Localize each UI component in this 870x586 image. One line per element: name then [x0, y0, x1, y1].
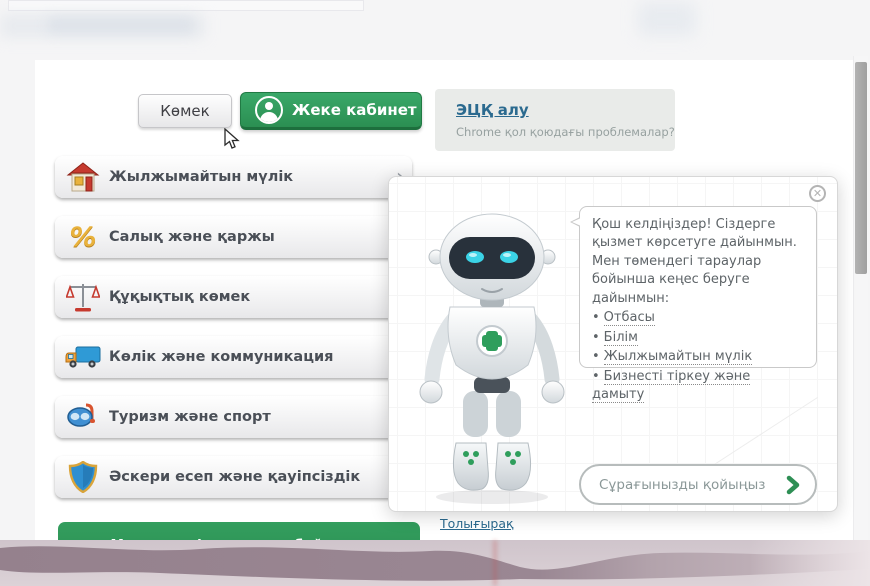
background-blur-shape — [48, 16, 193, 34]
diving-mask-icon — [63, 399, 103, 435]
chat-message-bubble: Қош келдіңіздер! Сіздерге қызмет көрсету… — [570, 206, 817, 404]
help-button[interactable]: Көмек — [138, 94, 232, 128]
chat-assistant-popup: ✕ Қош келдіңіздер! Сіздерге қызмет көрсе… — [388, 176, 838, 512]
red-smear — [493, 540, 497, 586]
menu-item-label: Салық және қаржы — [109, 229, 275, 245]
question-input-pill — [579, 464, 817, 505]
house-icon — [63, 159, 103, 195]
esignature-link[interactable]: ЭЦҚ алу — [456, 101, 529, 119]
background-ghost-tab — [8, 0, 364, 11]
bullet: • — [592, 368, 600, 384]
chat-topic-link-education[interactable]: Білім — [603, 329, 638, 346]
chat-topic-link-real-estate[interactable]: Жылжымайтын мүлік — [603, 349, 753, 366]
menu-item-label: Жылжымайтын мүлік — [109, 169, 294, 185]
menu-item-tax-finance[interactable]: % Салық және қаржы — [55, 216, 412, 258]
chat-topic-row: • Білім — [592, 329, 806, 347]
user-avatar-icon — [255, 96, 283, 124]
esignature-subtitle: Chrome қол қоюдағы проблемалар? — [456, 125, 675, 139]
chat-topic-row: • Бизнесті тіркеу және дамыту — [592, 368, 806, 405]
submit-arrow-icon[interactable] — [783, 475, 803, 495]
menu-item-transport[interactable]: Көлік және коммуникация — [55, 336, 412, 378]
more-link[interactable]: Толығырақ — [440, 516, 514, 531]
menu-item-label: Туризм және спорт — [109, 409, 271, 425]
truck-icon — [63, 339, 103, 375]
band-highlight — [750, 540, 870, 586]
question-input[interactable] — [599, 476, 783, 493]
personal-cabinet-label: Жеке кабинет — [292, 101, 417, 119]
bullet: • — [592, 329, 600, 345]
menu-item-military-security[interactable]: Әскери есеп және қауіпсіздік — [55, 456, 412, 498]
menu-item-legal-help[interactable]: Құқықтық көмек — [55, 276, 412, 318]
robot-assistant-image — [419, 213, 565, 504]
bottom-wave-overlay — [0, 540, 870, 586]
chat-greeting-text: Қош келдіңіздер! Сіздерге қызмет көрсету… — [592, 217, 797, 306]
bullet: • — [592, 310, 600, 326]
scales-icon — [63, 279, 103, 315]
mouse-cursor — [224, 128, 240, 149]
popup-grid-diagonal — [700, 396, 818, 475]
chat-topic-link-family[interactable]: Отбасы — [603, 310, 655, 327]
chat-topic-row: • Отбасы — [592, 309, 806, 327]
scrollbar-thumb[interactable] — [855, 62, 867, 274]
menu-item-label: Көлік және коммуникация — [109, 349, 334, 365]
background-blur-shape — [638, 2, 696, 36]
personal-cabinet-button[interactable]: Жеке кабинет — [240, 92, 422, 130]
chat-topic-row: • Жылжымайтын мүлік — [592, 348, 806, 366]
esignature-box: ЭЦҚ алу Chrome қол қоюдағы проблемалар? — [435, 89, 675, 151]
scrollbar-track[interactable] — [853, 56, 868, 546]
bullet: • — [592, 349, 600, 365]
shield-icon — [63, 459, 103, 495]
page: { "header": { "help_button": "Көмек", "c… — [0, 0, 870, 586]
menu-item-real-estate[interactable]: Жылжымайтын мүлік › — [55, 156, 412, 198]
menu-item-label: Құқықтық көмек — [109, 289, 251, 305]
chat-topic-link-business[interactable]: Бизнесті тіркеу және дамыту — [592, 368, 751, 404]
close-icon[interactable]: ✕ — [809, 185, 826, 202]
percent-icon: % — [69, 221, 97, 253]
menu-item-label: Әскери есеп және қауіпсіздік — [109, 469, 361, 485]
menu-item-tourism-sport[interactable]: Туризм және спорт — [55, 396, 412, 438]
